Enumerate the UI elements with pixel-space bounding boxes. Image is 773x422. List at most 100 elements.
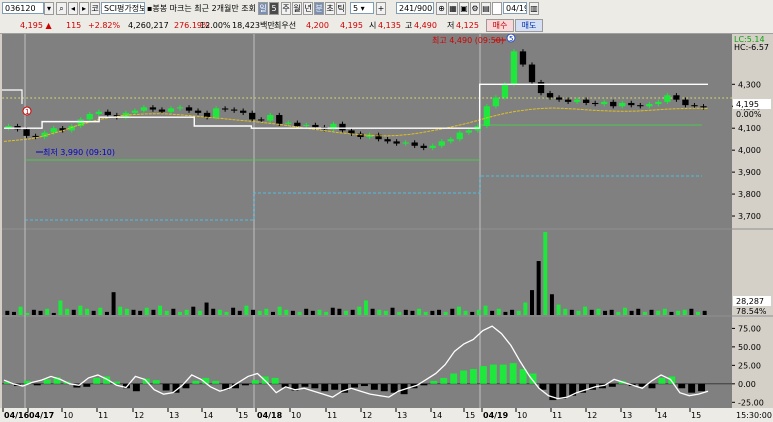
quote-bar: 4,195 ▲ 115 +2.82% 4,260,217 276.19% 12.… [0,18,773,34]
oscillator-bar [529,373,537,384]
code-dropdown-button[interactable]: ▾ [44,2,54,15]
oscillator-bar [93,377,101,384]
volume-bar [45,308,50,315]
time-tick-label: 04/16 [4,411,30,420]
volume-bar [583,306,588,315]
oscillator-bar [430,380,438,384]
volume-bar [151,309,156,315]
price-tick-label: 4,100 [738,124,761,133]
lock-icon[interactable]: ▤ [481,2,491,15]
hc-label: HC:-6.57 [734,43,769,52]
next-stock-icon[interactable]: ▸ [79,2,89,15]
search-icon[interactable]: ⌕ [56,2,67,15]
buy-button[interactable]: 매수 [486,19,514,32]
period-day-button[interactable]: 일 [258,2,268,15]
candle-body [619,102,626,107]
time-tick-label: 04/19 [483,411,509,420]
volume-bar [536,261,541,315]
volume-bar [244,305,249,315]
volume-bar [443,311,448,315]
oscillator-bar [43,379,51,384]
volume-bar [370,308,375,315]
volume-bar [98,307,103,315]
time-tick-label: 15 [691,411,701,420]
oscillator-bar [688,383,696,393]
volume-bar [138,310,143,315]
oscillator-bar [479,366,487,384]
stock-code-input[interactable]: 036120 [2,2,44,14]
plus-icon[interactable]: + [376,2,386,15]
low-annotation: 최저 3,990 (09:10) [43,147,115,157]
volume-bar [563,308,568,315]
volume-bar [556,304,561,315]
candle-body [438,141,445,146]
period-month-button[interactable]: 월 [292,2,302,15]
volume-bar [696,311,701,315]
volume-bar [629,310,634,315]
volume-bar [496,308,501,315]
crosshair-icon[interactable]: ⊕ [436,2,447,15]
candle-body [610,101,617,107]
period-minute-button[interactable]: 분 [314,2,324,15]
bid-price: 4,195 [340,21,363,30]
oscillator-bar [489,364,497,384]
sell-button[interactable]: 매도 [515,19,543,32]
oscillator-bar [420,383,428,386]
save-icon[interactable]: ▣ [459,2,469,15]
price-change: 115 [66,21,82,30]
candle-body [158,109,166,112]
oscillator-bar [559,383,567,399]
volume-bar [470,311,475,315]
period-week-button[interactable]: 주 [281,2,291,15]
volume-value: 4,260,217 [128,21,169,30]
grid-icon[interactable]: ▦ [448,2,458,15]
volume-bar [569,309,574,315]
oscillator-bar [83,383,91,387]
candle-body [402,142,409,144]
volume-bar [51,312,56,315]
volume-bar [91,310,96,315]
high-annotation: 최고 4,490 (09:50) [432,35,504,45]
volume-bar [576,310,581,315]
prev-stock-icon[interactable]: ◂ [68,2,78,15]
oscillator-bar [380,383,388,392]
date-checkbox[interactable] [492,2,502,15]
candle-body [131,110,139,113]
candle-body [646,104,653,107]
volume-bar [516,310,521,315]
volume-bar [237,310,242,315]
volume-bar [111,292,116,315]
period-year-button[interactable]: 년 [303,2,313,15]
period-tick-button[interactable]: 틱 [336,2,346,15]
oscillator-bar [351,383,358,388]
period-second-button[interactable]: 초 [325,2,335,15]
volume-bar [65,308,70,315]
date-input[interactable]: 04/19 [503,2,527,14]
volume-bar [682,309,687,315]
candle-body [420,145,427,148]
time-tick-label: 10 [291,411,301,420]
candle-body [691,105,698,107]
candle-body [501,84,509,98]
volume-bar [523,302,528,315]
volume-bar [423,311,428,315]
oscillator-bar [132,383,140,392]
interval-select[interactable]: 5 ▾ [350,2,374,14]
candle-body [546,93,554,98]
oscillator-bar [658,377,666,384]
volume-bar [463,310,468,315]
volume-bar [430,310,435,315]
period-count-field[interactable]: 5 [269,2,279,15]
oscillator-tick-label: -25.00 [738,398,764,407]
volume-bar [297,311,302,315]
candle-body [465,130,472,133]
volume-bar [31,309,36,315]
trade-amount: 18,423백만 [232,21,275,30]
settings-icon[interactable]: ⚙ [470,2,480,15]
calendar-icon[interactable]: ▥ [529,2,539,15]
volume-bar [417,308,422,315]
candle-body [637,105,644,107]
stock-chart[interactable]: 최고 4,490 (09:50) 5 1 최저 3,990 (09:10) 4,… [0,34,773,422]
candle-body [700,106,707,108]
oscillator-bar [509,363,517,384]
